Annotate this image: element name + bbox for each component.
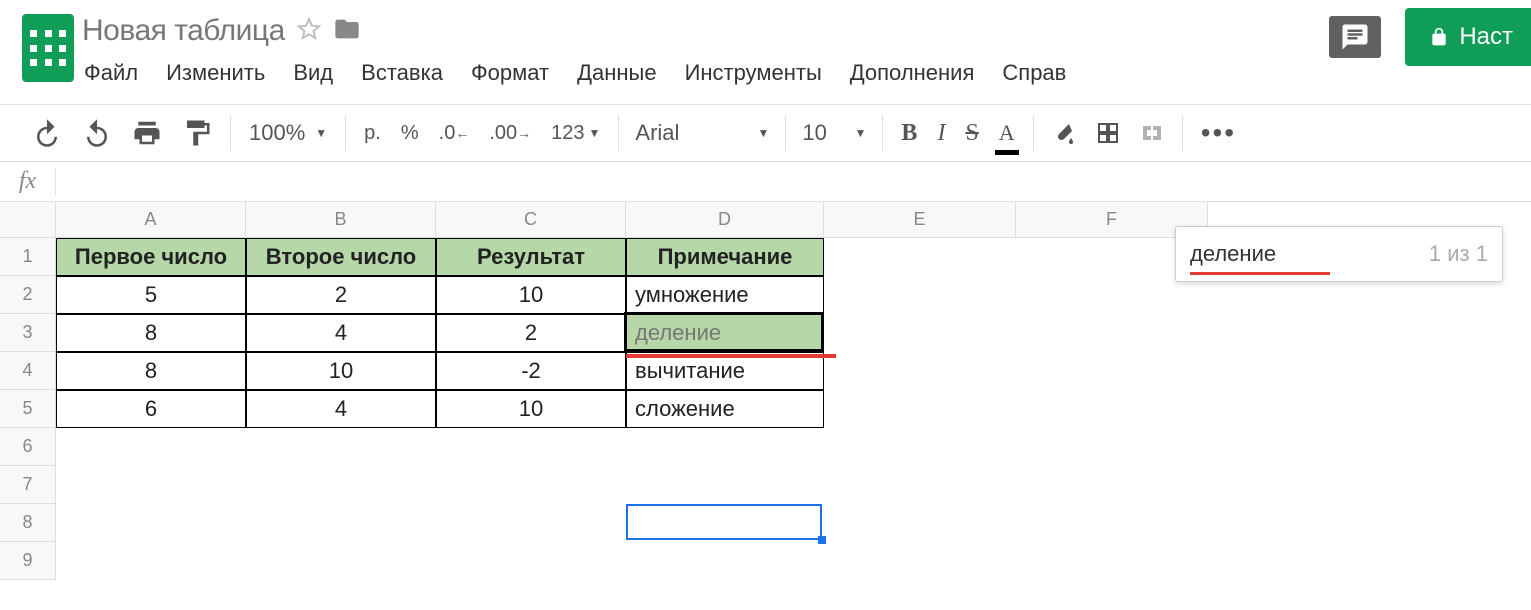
share-label: Наст bbox=[1459, 23, 1513, 51]
paint-format-icon[interactable] bbox=[172, 105, 222, 161]
header: Новая таблица Файл Изменить Вид Вставка … bbox=[0, 0, 1531, 100]
star-icon[interactable] bbox=[297, 17, 321, 46]
comments-icon[interactable] bbox=[1329, 16, 1381, 58]
cell-B5[interactable]: 4 bbox=[246, 390, 436, 428]
cell-C1[interactable]: Результат bbox=[436, 238, 626, 276]
zoom-value: 100% bbox=[249, 120, 305, 146]
row-header-2[interactable]: 2 bbox=[0, 276, 56, 314]
menu-addons[interactable]: Дополнения bbox=[850, 60, 975, 86]
increase-decimal-button[interactable]: .00→ bbox=[479, 105, 541, 161]
menu-insert[interactable]: Вставка bbox=[361, 60, 443, 86]
cell-C5[interactable]: 10 bbox=[436, 390, 626, 428]
formula-bar: fx bbox=[0, 162, 1531, 202]
active-cell-handle[interactable] bbox=[818, 536, 826, 544]
more-button[interactable]: ••• bbox=[1191, 105, 1246, 161]
percent-button[interactable]: % bbox=[391, 105, 429, 161]
select-all-corner[interactable] bbox=[0, 202, 56, 238]
cell-B1[interactable]: Второе число bbox=[246, 238, 436, 276]
col-header-C[interactable]: C bbox=[436, 202, 626, 238]
row-header-6[interactable]: 6 bbox=[0, 428, 56, 466]
cell-C2[interactable]: 10 bbox=[436, 276, 626, 314]
text-color-button[interactable]: A bbox=[989, 105, 1025, 161]
redo-icon[interactable] bbox=[72, 105, 122, 161]
menu-edit[interactable]: Изменить bbox=[166, 60, 265, 86]
row-header-4[interactable]: 4 bbox=[0, 352, 56, 390]
annotation-underline bbox=[1190, 272, 1330, 275]
app-logo[interactable] bbox=[14, 10, 82, 82]
cell-A1[interactable]: Первое число bbox=[56, 238, 246, 276]
fill-color-button[interactable] bbox=[1042, 105, 1086, 161]
toolbar: 100%▼ р. % .0← .00→ 123▼ Arial▼ 10▼ B I … bbox=[0, 105, 1531, 161]
cell-A3[interactable]: 8 bbox=[56, 314, 246, 352]
col-header-A[interactable]: A bbox=[56, 202, 246, 238]
row-header-7[interactable]: 7 bbox=[0, 466, 56, 504]
menu-view[interactable]: Вид bbox=[293, 60, 333, 86]
font-select[interactable]: Arial▼ bbox=[627, 105, 777, 161]
print-icon[interactable] bbox=[122, 105, 172, 161]
cell-D2[interactable]: умножение bbox=[626, 276, 824, 314]
cell-D3[interactable]: деление bbox=[626, 314, 824, 352]
col-header-E[interactable]: E bbox=[824, 202, 1016, 238]
doc-title[interactable]: Новая таблица bbox=[82, 14, 285, 48]
merge-button[interactable] bbox=[1130, 105, 1174, 161]
font-value: Arial bbox=[635, 120, 679, 146]
row-header-9[interactable]: 9 bbox=[0, 542, 56, 580]
number-format-button[interactable]: 123▼ bbox=[541, 105, 610, 161]
row-header-3[interactable]: 3 bbox=[0, 314, 56, 352]
cell-B3[interactable]: 4 bbox=[246, 314, 436, 352]
cell-B4[interactable]: 10 bbox=[246, 352, 436, 390]
cell-A2[interactable]: 5 bbox=[56, 276, 246, 314]
currency-button[interactable]: р. bbox=[354, 105, 391, 161]
fx-input[interactable] bbox=[56, 162, 1531, 201]
find-dialog[interactable]: деление 1 из 1 bbox=[1175, 226, 1503, 282]
active-cell-ring bbox=[626, 504, 822, 540]
strike-button[interactable]: S bbox=[955, 105, 988, 161]
undo-icon[interactable] bbox=[22, 105, 72, 161]
cell-D1[interactable]: Примечание bbox=[626, 238, 824, 276]
menu-help[interactable]: Справ bbox=[1002, 60, 1066, 86]
fx-label: fx bbox=[0, 168, 56, 195]
menu-bar: Файл Изменить Вид Вставка Формат Данные … bbox=[82, 48, 1066, 100]
col-header-D[interactable]: D bbox=[626, 202, 824, 238]
font-size-select[interactable]: 10▼ bbox=[794, 105, 874, 161]
decrease-decimal-button[interactable]: .0← bbox=[429, 105, 480, 161]
zoom-select[interactable]: 100%▼ bbox=[239, 105, 337, 161]
find-input-text[interactable]: деление bbox=[1190, 241, 1419, 267]
row-header-1[interactable]: 1 bbox=[0, 238, 56, 276]
italic-button[interactable]: I bbox=[927, 105, 955, 161]
share-button[interactable]: Наст bbox=[1405, 8, 1531, 66]
folder-icon[interactable] bbox=[333, 15, 361, 48]
cell-D5[interactable]: сложение bbox=[626, 390, 824, 428]
cell-A5[interactable]: 6 bbox=[56, 390, 246, 428]
size-value: 10 bbox=[802, 120, 826, 146]
row-header-5[interactable]: 5 bbox=[0, 390, 56, 428]
cell-C4[interactable]: -2 bbox=[436, 352, 626, 390]
col-header-B[interactable]: B bbox=[246, 202, 436, 238]
cell-A4[interactable]: 8 bbox=[56, 352, 246, 390]
menu-file[interactable]: Файл bbox=[84, 60, 138, 86]
menu-data[interactable]: Данные bbox=[577, 60, 656, 86]
cell-B2[interactable]: 2 bbox=[246, 276, 436, 314]
cell-D4[interactable]: вычитание bbox=[626, 352, 824, 390]
bold-button[interactable]: B bbox=[891, 105, 927, 161]
row-header-8[interactable]: 8 bbox=[0, 504, 56, 542]
menu-format[interactable]: Формат bbox=[471, 60, 549, 86]
menu-tools[interactable]: Инструменты bbox=[685, 60, 822, 86]
borders-button[interactable] bbox=[1086, 105, 1130, 161]
cell-C3[interactable]: 2 bbox=[436, 314, 626, 352]
find-count: 1 из 1 bbox=[1429, 241, 1488, 267]
lock-icon bbox=[1429, 27, 1449, 47]
